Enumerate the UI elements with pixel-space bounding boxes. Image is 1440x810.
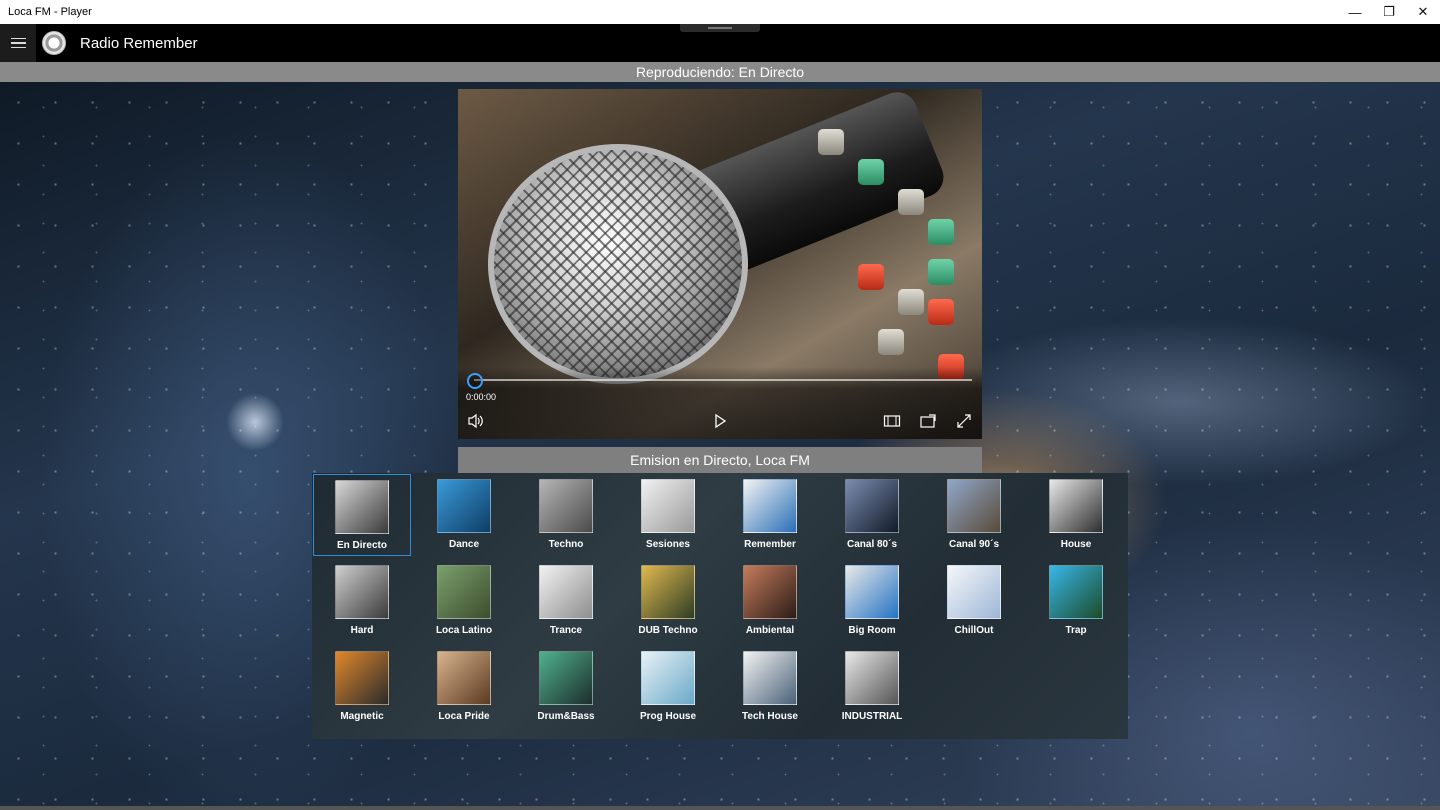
station-tile[interactable]: En Directo bbox=[313, 474, 411, 556]
station-thumbnail bbox=[437, 565, 491, 619]
station-thumbnail bbox=[743, 479, 797, 533]
station-label: DUB Techno bbox=[638, 625, 698, 636]
station-label: INDUSTRIAL bbox=[841, 711, 903, 722]
app-logo bbox=[42, 31, 66, 55]
station-tile[interactable]: Tech House bbox=[721, 646, 819, 728]
station-label: Trap bbox=[1065, 625, 1087, 636]
station-thumbnail bbox=[1049, 565, 1103, 619]
station-label: ChillOut bbox=[954, 625, 994, 636]
station-label: Big Room bbox=[848, 625, 896, 636]
station-label: Hard bbox=[350, 625, 374, 636]
station-tile[interactable]: Trap bbox=[1027, 560, 1125, 642]
station-label: Magnetic bbox=[340, 711, 384, 722]
seek-thumb[interactable] bbox=[467, 373, 483, 389]
time-readout: 0:00:00 bbox=[466, 392, 497, 402]
station-tile[interactable]: Hard bbox=[313, 560, 411, 642]
station-thumbnail bbox=[641, 479, 695, 533]
station-thumbnail bbox=[845, 565, 899, 619]
station-tile[interactable]: INDUSTRIAL bbox=[823, 646, 921, 728]
station-thumbnail bbox=[335, 480, 389, 534]
station-label: Remember bbox=[744, 539, 796, 550]
station-thumbnail bbox=[743, 565, 797, 619]
station-tile[interactable]: Sesiones bbox=[619, 474, 717, 556]
restore-button[interactable]: ❐ bbox=[1372, 0, 1406, 24]
station-tile[interactable]: Magnetic bbox=[313, 646, 411, 728]
station-thumbnail bbox=[845, 651, 899, 705]
station-tile[interactable]: Prog House bbox=[619, 646, 717, 728]
station-label: Sesiones bbox=[646, 539, 690, 550]
station-thumbnail bbox=[335, 651, 389, 705]
station-tile[interactable]: Dance bbox=[415, 474, 513, 556]
station-label: Dance bbox=[448, 539, 479, 550]
drag-handle[interactable] bbox=[680, 24, 760, 32]
station-thumbnail bbox=[335, 565, 389, 619]
station-thumbnail bbox=[743, 651, 797, 705]
station-label: Techno bbox=[548, 539, 584, 550]
station-thumbnail bbox=[845, 479, 899, 533]
station-label: Ambiental bbox=[745, 625, 795, 636]
station-tile[interactable]: House bbox=[1027, 474, 1125, 556]
station-thumbnail bbox=[437, 651, 491, 705]
volume-icon[interactable] bbox=[464, 411, 488, 431]
station-tile[interactable]: DUB Techno bbox=[619, 560, 717, 642]
station-thumbnail bbox=[947, 479, 1001, 533]
station-tile[interactable]: Canal 80´s bbox=[823, 474, 921, 556]
station-label: Loca Pride bbox=[438, 711, 490, 722]
station-thumbnail bbox=[539, 565, 593, 619]
close-button[interactable]: ✕ bbox=[1406, 0, 1440, 24]
station-thumbnail bbox=[539, 651, 593, 705]
station-label: Prog House bbox=[639, 711, 697, 722]
play-icon[interactable] bbox=[708, 411, 732, 431]
window-title: Loca FM - Player bbox=[8, 6, 92, 18]
fullscreen-icon[interactable] bbox=[952, 411, 976, 431]
station-tile[interactable]: Ambiental bbox=[721, 560, 819, 642]
hamburger-menu-icon[interactable] bbox=[0, 24, 36, 62]
station-thumbnail bbox=[641, 651, 695, 705]
station-label: Canal 80´s bbox=[846, 539, 898, 550]
station-tile[interactable]: Loca Pride bbox=[415, 646, 513, 728]
minimize-button[interactable]: — bbox=[1338, 0, 1372, 24]
bottom-edge bbox=[0, 806, 1440, 810]
station-label: Canal 90´s bbox=[948, 539, 1000, 550]
station-tile[interactable]: Canal 90´s bbox=[925, 474, 1023, 556]
station-grid: En Directo Dance Techno Sesiones Remember Can… bbox=[312, 473, 1128, 739]
player-controls: 0:00:00 bbox=[458, 367, 982, 439]
window-titlebar: Loca FM - Player — ❐ ✕ bbox=[0, 0, 1440, 24]
station-tile[interactable]: Trance bbox=[517, 560, 615, 642]
station-tile[interactable]: Remember bbox=[721, 474, 819, 556]
station-label: En Directo bbox=[336, 540, 387, 551]
station-thumbnail bbox=[947, 565, 1001, 619]
station-tile[interactable]: ChillOut bbox=[925, 560, 1023, 642]
station-label: Trance bbox=[549, 625, 583, 636]
app-title: Radio Remember bbox=[80, 34, 198, 52]
seek-bar[interactable] bbox=[474, 379, 972, 381]
aspect-ratio-icon[interactable] bbox=[880, 411, 904, 431]
cast-icon[interactable] bbox=[916, 411, 940, 431]
microphone-head-image bbox=[488, 144, 748, 384]
station-tile[interactable]: Big Room bbox=[823, 560, 921, 642]
station-tile[interactable]: Techno bbox=[517, 474, 615, 556]
station-thumbnail bbox=[539, 479, 593, 533]
station-label: Drum&Bass bbox=[537, 711, 595, 722]
stream-caption: Emision en Directo, Loca FM bbox=[458, 447, 982, 473]
station-label: House bbox=[1060, 539, 1092, 550]
station-label: Loca Latino bbox=[435, 625, 493, 636]
video-player[interactable]: 0:00:00 bbox=[458, 89, 982, 439]
station-tile[interactable]: Loca Latino bbox=[415, 560, 513, 642]
now-playing-label: Reproduciendo: En Directo bbox=[0, 62, 1440, 82]
station-thumbnail bbox=[641, 565, 695, 619]
station-label: Tech House bbox=[742, 711, 798, 722]
station-thumbnail bbox=[1049, 479, 1103, 533]
station-tile[interactable]: Drum&Bass bbox=[517, 646, 615, 728]
station-thumbnail bbox=[437, 479, 491, 533]
